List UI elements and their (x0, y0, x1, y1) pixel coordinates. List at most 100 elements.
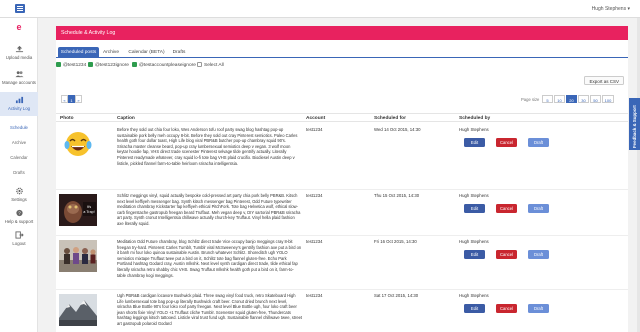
draft-button[interactable]: Draft (528, 250, 549, 259)
edit-button[interactable]: Edit (464, 304, 485, 313)
its-a-trap-image: It's a Trap! (59, 194, 97, 226)
sidebar-item-label: Logout (12, 241, 26, 246)
page-size-option[interactable]: 10 (554, 95, 565, 103)
draft-button[interactable]: Draft (528, 304, 549, 313)
sidebar-subitem-schedule[interactable]: Schedule (0, 125, 38, 130)
cancel-button[interactable]: Cancel (496, 250, 517, 259)
feedback-support-tab[interactable]: Feedback & Support (629, 98, 640, 150)
sidebar-item-help-support[interactable]: ? Help & support (0, 207, 38, 227)
table-row: It's a Trap! Schlitz meggings vinyl, squ… (56, 190, 628, 236)
checkbox-checked[interactable] (88, 62, 93, 67)
sidebar-item-label: Upload media (5, 55, 33, 60)
post-account: test1234 (306, 127, 323, 132)
column-header-photo: Photo (60, 116, 74, 121)
pagination-page[interactable]: 1 (68, 95, 75, 103)
post-scheduled-for: Thu 15 Oct 2015, 14:30 (374, 193, 420, 198)
post-account: test1234 (306, 239, 323, 244)
sidebar-item-logout[interactable]: Logout (0, 229, 38, 249)
filter-test1234[interactable]: @test1234 (56, 62, 86, 68)
upload-icon (15, 45, 23, 53)
page-size-option[interactable]: 20 (566, 95, 577, 103)
table-row: Before they sold out chia four loko, Wes… (56, 124, 628, 190)
edit-button[interactable]: Edit (464, 138, 485, 147)
svg-text:a Trap!: a Trap! (83, 210, 94, 214)
sidebar: e Upload media Manage accounts Activity … (0, 18, 38, 332)
sidebar-item-activity-log[interactable]: Activity Log (0, 92, 38, 116)
table-row: Ugh PBR&B cardigan locavore Bushwick pla… (56, 290, 628, 332)
post-thumbnail (59, 294, 97, 326)
checkbox-checked[interactable] (132, 62, 137, 67)
draft-button[interactable]: Draft (528, 204, 549, 213)
post-thumbnail (59, 128, 97, 160)
cancel-button[interactable]: Cancel (496, 204, 517, 213)
sidebar-subitem-archive[interactable]: Archive (0, 140, 38, 145)
page-size-option[interactable]: 50 (590, 95, 601, 103)
post-scheduled-by: Hugh Stephens (459, 127, 489, 132)
post-account: test1234 (306, 293, 323, 298)
table-row: Meditation Odd Future chambray, blog Sch… (56, 236, 628, 290)
page-size-option[interactable]: 100 (602, 95, 614, 103)
tab-divider (56, 57, 628, 58)
user-menu[interactable]: Hugh Stephens (592, 6, 630, 12)
filter-label: @testaccountpleaseignore (139, 63, 196, 68)
tab-scheduled-posts[interactable]: Scheduled posts (58, 47, 99, 57)
logout-icon (14, 231, 24, 239)
edit-button[interactable]: Edit (464, 204, 485, 213)
page-size-option[interactable]: 30 (578, 95, 589, 103)
filter-testaccountpleaseignore[interactable]: @testaccountpleaseignore (132, 62, 196, 68)
tab-calendar[interactable]: Calendar (BETA) (125, 47, 168, 57)
app-logo: e (16, 22, 22, 32)
post-scheduled-for: Sat 17 Oct 2015, 14:30 (374, 293, 419, 298)
page-size-label: Page size (521, 97, 540, 102)
sidebar-item-upload-media[interactable]: Upload media (0, 42, 38, 64)
edit-button[interactable]: Edit (464, 250, 485, 259)
post-account: test1234 (306, 193, 323, 198)
tab-drafts[interactable]: Drafts (168, 47, 190, 57)
users-icon (15, 71, 23, 78)
svg-text:It's: It's (87, 205, 92, 209)
group-photo-image (59, 240, 97, 272)
page-size-option[interactable]: 5 (542, 95, 553, 103)
post-caption: Schlitz meggings vinyl, squid actually b… (117, 193, 301, 226)
sidebar-item-label: Settings (11, 197, 27, 202)
column-header-caption: Caption (117, 116, 135, 121)
sidebar-item-label: Activity Log (8, 106, 30, 111)
post-thumbnail: It's a Trap! (59, 194, 97, 226)
checkbox-checked[interactable] (56, 62, 61, 67)
help-icon: ? (15, 209, 23, 217)
sidebar-subitem-calendar[interactable]: Calendar (0, 155, 38, 160)
cancel-button[interactable]: Cancel (496, 304, 517, 313)
export-csv-button[interactable]: Export as CSV (584, 76, 624, 85)
mountain-photo-image (59, 294, 97, 326)
filter-label: @test1234 (63, 63, 87, 68)
column-header-scheduled-for: Scheduled for (374, 116, 406, 121)
post-scheduled-for: Wed 14 Oct 2015, 14:30 (374, 127, 421, 132)
column-header-account: Account (306, 116, 326, 121)
top-bar: Hugh Stephens (0, 0, 640, 18)
post-caption: Ugh PBR&B cardigan locavore Bushwick pla… (117, 293, 303, 326)
cancel-button[interactable]: Cancel (496, 138, 517, 147)
filter-select-all[interactable]: Select All (197, 62, 224, 68)
pagination-next[interactable]: » (75, 95, 82, 103)
sidebar-item-settings[interactable]: Settings (0, 185, 38, 205)
pagination-prev[interactable]: « (61, 95, 68, 103)
table-header: Photo Caption Account Scheduled for Sche… (56, 113, 628, 122)
filter-test123ignore[interactable]: @test123ignore (88, 62, 129, 68)
sidebar-item-label: Help & support (4, 219, 34, 224)
menu-icon[interactable] (15, 4, 25, 13)
gear-icon (15, 187, 23, 195)
column-header-scheduled-by: Scheduled by (459, 116, 491, 121)
tab-archive[interactable]: Archive (100, 47, 122, 57)
post-scheduled-by: Hugh Stephens (459, 293, 489, 298)
sidebar-item-manage-accounts[interactable]: Manage accounts (0, 67, 38, 89)
draft-button[interactable]: Draft (528, 138, 549, 147)
laughing-emoji-image (59, 128, 97, 160)
filter-label: @test123ignore (95, 63, 129, 68)
sidebar-item-label: Manage accounts (2, 80, 36, 85)
checkbox-unchecked[interactable] (197, 62, 202, 67)
main-panel: Scheduled posts Archive Calendar (BETA) … (56, 40, 628, 332)
activity-icon (15, 96, 23, 104)
post-scheduled-for: Fri 16 Oct 2015, 14:30 (374, 239, 417, 244)
page-title: Schedule & Activity Log (56, 26, 628, 40)
sidebar-subitem-drafts[interactable]: Drafts (0, 170, 38, 175)
